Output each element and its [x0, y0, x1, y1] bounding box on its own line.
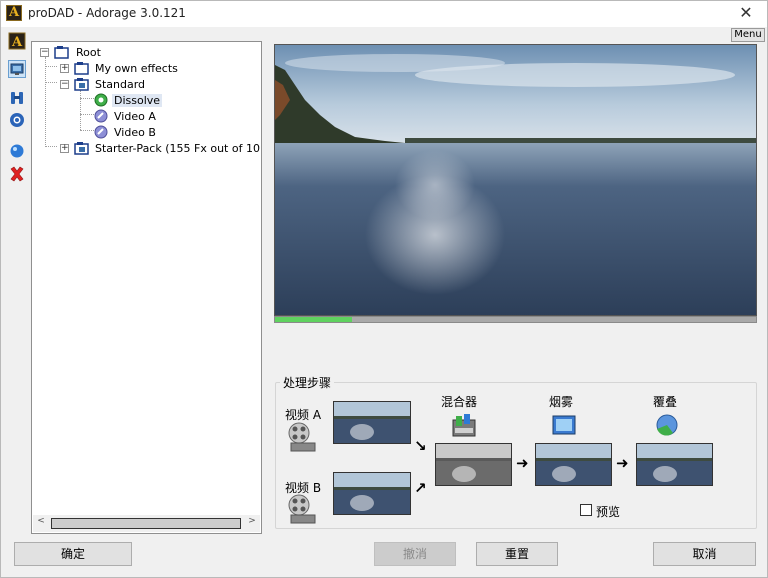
smoke-icon	[552, 415, 576, 435]
video-preview	[274, 44, 757, 316]
preview-checkbox-label: 预览	[596, 505, 621, 519]
tree-item-label: Video B	[114, 126, 156, 139]
tree-item-label: Starter-Pack (155 Fx out of 10,000)	[95, 142, 260, 155]
folder-icon	[74, 78, 89, 91]
arrow-down-right-icon: ↘	[414, 437, 427, 455]
red-x-icon[interactable]	[8, 165, 26, 183]
scroll-left-icon[interactable]: <	[34, 516, 48, 526]
tree-item-label: Video A	[114, 110, 156, 123]
overlay-icon	[656, 414, 678, 436]
folder-icon	[74, 62, 89, 75]
ok-button[interactable]: 确定	[14, 542, 132, 566]
preview-checkbox[interactable]	[580, 504, 592, 516]
mixer-label: 混合器	[441, 395, 478, 409]
effect-green-icon	[94, 93, 108, 107]
collapse-icon[interactable]: −	[40, 48, 49, 57]
smoke-label: 烟雾	[549, 395, 574, 409]
mixer-thumbnail[interactable]	[435, 443, 512, 486]
tree-item-label: Dissolve	[112, 94, 163, 107]
film-reel-icon	[288, 494, 316, 524]
effect-purple-icon	[94, 125, 108, 139]
overlay-thumbnail[interactable]	[636, 443, 713, 486]
progress-fill	[275, 317, 352, 322]
blue-sphere-icon[interactable]	[8, 142, 26, 160]
tree-item-starter-pack[interactable]: + Starter-Pack (155 Fx out of 10,000)	[60, 141, 260, 157]
overlay-label: 覆叠	[653, 395, 678, 409]
scrollbar-thumb[interactable]	[51, 518, 241, 529]
close-icon[interactable]: ✕	[735, 3, 757, 22]
processing-steps-title: 处理步骤	[280, 374, 335, 391]
scroll-right-icon[interactable]: >	[245, 516, 259, 526]
app-window: A proDAD - Adorage 3.0.121 ✕ Menu A − Ro…	[0, 0, 768, 578]
folder-icon	[74, 142, 89, 155]
mixer-icon	[452, 414, 476, 437]
film-reel-icon	[288, 422, 316, 452]
settings-icon[interactable]	[8, 111, 26, 129]
preview-progress-bar[interactable]	[274, 316, 757, 323]
video-a-thumbnail[interactable]	[333, 401, 411, 444]
folder-icon	[54, 46, 69, 59]
effect-purple-icon	[94, 109, 108, 123]
tree-item-label: Standard	[95, 78, 146, 91]
arrow-up-right-icon: ↗	[414, 479, 427, 497]
adorage-logo-icon[interactable]: A	[8, 32, 26, 50]
adorage-app-icon: A	[6, 5, 22, 21]
undo-button[interactable]: 撤消	[374, 542, 456, 566]
smoke-thumbnail[interactable]	[535, 443, 612, 486]
collapse-icon[interactable]: −	[60, 80, 69, 89]
expand-icon[interactable]: +	[60, 144, 69, 153]
effects-tree: − Root + My own effects − Standard Disso…	[31, 41, 262, 534]
expand-icon[interactable]: +	[60, 64, 69, 73]
binoculars-icon[interactable]	[8, 89, 26, 107]
svg-text:A: A	[11, 35, 23, 50]
cancel-button[interactable]: 取消	[653, 542, 756, 566]
arrow-right-icon: ➜	[516, 454, 529, 472]
reset-button[interactable]: 重置	[476, 542, 558, 566]
tree-item-label: Root	[76, 46, 101, 59]
tree-item-label: My own effects	[95, 62, 178, 75]
monitor-icon[interactable]	[8, 60, 26, 78]
tree-horizontal-scrollbar[interactable]: < >	[33, 515, 260, 532]
arrow-right-icon: ➜	[616, 454, 629, 472]
video-b-thumbnail[interactable]	[333, 472, 411, 515]
title-bar: A proDAD - Adorage 3.0.121 ✕	[1, 1, 767, 27]
menu-button[interactable]: Menu	[731, 28, 765, 42]
window-title: proDAD - Adorage 3.0.121	[28, 6, 186, 20]
